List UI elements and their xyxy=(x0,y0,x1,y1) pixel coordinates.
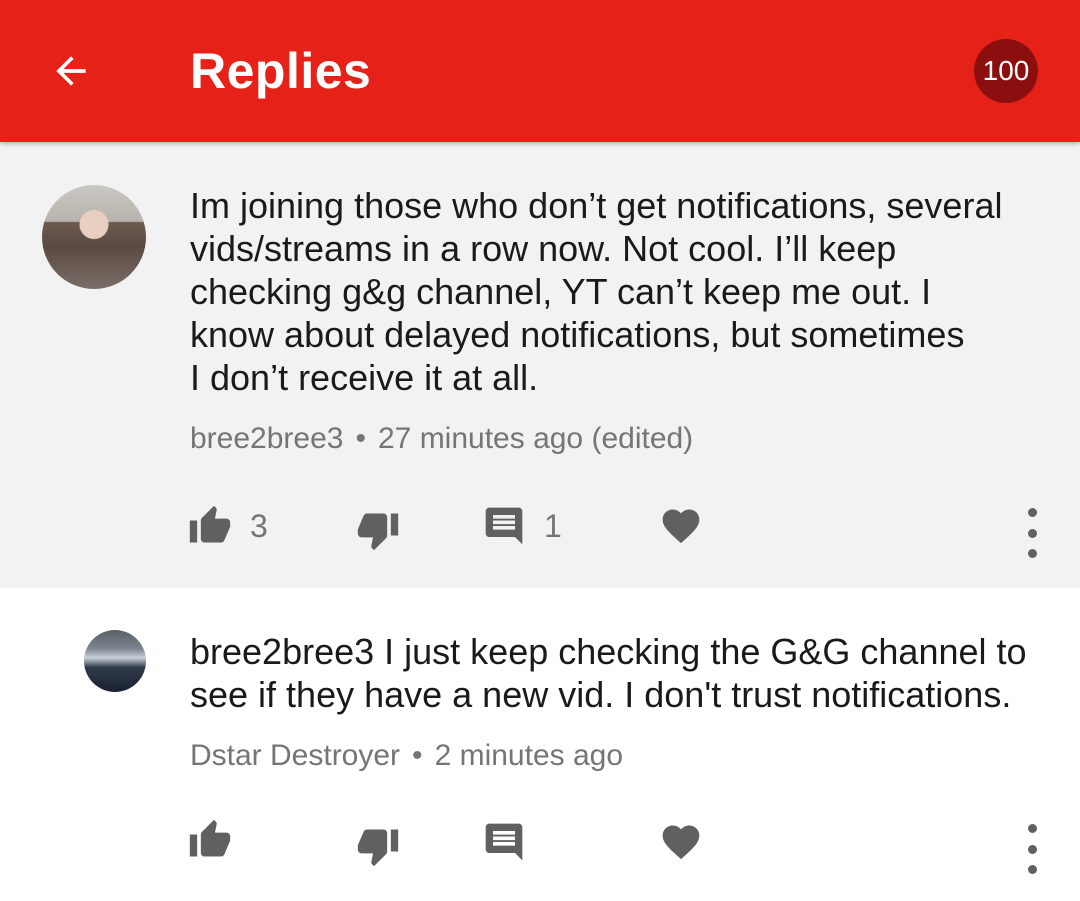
comment-meta: bree2bree3 • 27 minutes ago (edited) xyxy=(190,421,693,457)
comment-time: 2 minutes ago xyxy=(434,739,624,772)
avatar[interactable] xyxy=(84,630,146,692)
thumb-down-icon xyxy=(357,829,399,867)
dislike-button[interactable] xyxy=(356,508,400,552)
comment-icon xyxy=(485,823,523,861)
reply-button[interactable]: 1 xyxy=(482,504,562,548)
parent-comment: Im joining those who don’t get notificat… xyxy=(0,142,1080,588)
more-vertical-icon xyxy=(1027,508,1037,517)
comment-text: Im joining those who don’t get notificat… xyxy=(190,185,1003,398)
reply-button[interactable] xyxy=(482,820,526,864)
back-button[interactable] xyxy=(38,38,104,104)
meta-separator: • xyxy=(412,739,423,772)
comment-time: 27 minutes ago (edited) xyxy=(377,422,694,455)
like-button[interactable]: 3 xyxy=(188,504,268,548)
thumb-up-icon xyxy=(189,819,231,857)
more-options-button[interactable] xyxy=(1020,508,1044,558)
comment-author[interactable]: bree2bree3 xyxy=(190,422,343,455)
avatar[interactable] xyxy=(42,185,146,289)
page-title: Replies xyxy=(190,43,372,99)
comment-icon xyxy=(485,507,523,545)
heart-icon xyxy=(662,509,700,544)
like-count: 3 xyxy=(250,507,268,544)
arrow-back-icon xyxy=(56,56,86,86)
meta-separator: • xyxy=(355,422,366,455)
more-options-button[interactable] xyxy=(1020,824,1044,874)
comment-text: bree2bree3 I just keep checking the G&G … xyxy=(190,631,1027,715)
count-badge[interactable]: 100 xyxy=(974,39,1038,103)
heart-button[interactable] xyxy=(659,820,703,864)
reply-comment: bree2bree3 I just keep checking the G&G … xyxy=(0,588,1080,901)
heart-icon xyxy=(662,825,700,860)
heart-button[interactable] xyxy=(659,504,703,548)
dislike-button[interactable] xyxy=(356,824,400,868)
thumb-up-icon xyxy=(189,505,231,543)
comment-meta: Dstar Destroyer • 2 minutes ago xyxy=(190,738,623,774)
app-bar: Replies 100 xyxy=(0,0,1080,142)
thumb-down-icon xyxy=(357,513,399,551)
like-button[interactable] xyxy=(188,818,232,862)
reply-count: 1 xyxy=(544,507,562,544)
comment-author[interactable]: Dstar Destroyer xyxy=(190,739,400,772)
more-vertical-icon xyxy=(1027,824,1037,833)
